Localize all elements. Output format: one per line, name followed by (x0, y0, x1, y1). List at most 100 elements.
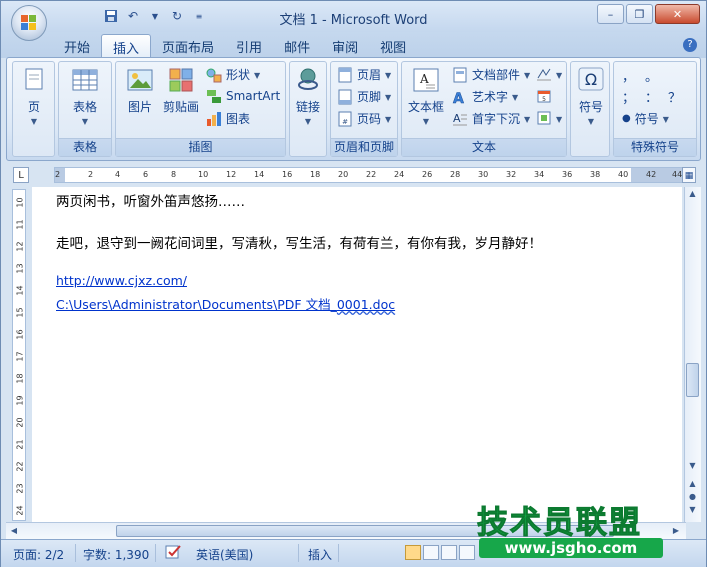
vertical-scroll-thumb[interactable] (686, 363, 699, 397)
divider (338, 544, 339, 562)
textbox-button[interactable]: A 文本框 ▼ (406, 66, 446, 126)
smartart-button[interactable]: SmartArt (206, 88, 280, 104)
dropdown-arrow-icon: ▼ (385, 71, 392, 80)
ruler-tick: 18 (310, 170, 321, 179)
ruler-tick: 40 (618, 170, 629, 179)
group-label-illustrations: 插图 (116, 138, 285, 156)
dropdown-arrow-icon: ▼ (662, 115, 669, 124)
ruler-tick: 16 (15, 329, 25, 340)
web-layout-icon[interactable] (441, 545, 457, 560)
tab-home[interactable]: 开始 (53, 34, 101, 58)
ruler-tick: 32 (506, 170, 517, 179)
tab-selector[interactable]: L (13, 167, 29, 183)
restore-button[interactable]: ❐ (626, 4, 653, 24)
scroll-down-icon[interactable]: ▼ (686, 459, 699, 472)
table-button[interactable]: 表格 ▼ (65, 66, 105, 126)
ruler-tick: 19 (15, 395, 25, 406)
calendar-icon: 5 (537, 90, 551, 103)
symbol-period[interactable]: 。 (645, 66, 658, 85)
tab-mailings[interactable]: 邮件 (273, 34, 321, 58)
proofing-icon[interactable] (164, 543, 184, 564)
scroll-up-icon[interactable]: ▲ (686, 187, 699, 200)
pages-button[interactable]: 页 ▼ (19, 66, 49, 126)
dropdown-arrow-icon: ▼ (254, 71, 261, 80)
page-number-button[interactable]: # 页码 ▼ (337, 110, 391, 127)
shapes-button[interactable]: 形状 ▼ (206, 66, 260, 83)
chart-button[interactable]: 图表 (206, 110, 250, 127)
hyperlink-url[interactable]: http://www.cjxz.com/ (56, 273, 187, 288)
object-button[interactable]: ▼ (536, 110, 562, 126)
ruler-tick: 28 (450, 170, 461, 179)
vertical-ruler[interactable]: 10 11 12 13 14 15 16 17 18 19 20 21 22 2… (12, 189, 26, 521)
links-button[interactable]: 链接 ▼ (293, 66, 323, 126)
date-time-button[interactable]: 5 (536, 88, 552, 104)
word-window: ↶ ▼ ↻ ≡ 文档 1 - Microsoft Word – ❐ ✕ 开始 插… (0, 0, 707, 567)
tab-review[interactable]: 审阅 (321, 34, 369, 58)
outline-view-icon[interactable] (459, 545, 475, 560)
header-button[interactable]: 页眉 ▼ (337, 66, 391, 83)
footer-button[interactable]: 页脚 ▼ (337, 88, 391, 105)
symbol-semicolon[interactable]: ； (622, 87, 635, 106)
previous-page-icon[interactable]: ▲ (686, 477, 699, 490)
dropcap-button[interactable]: A 首字下沉 ▼ (452, 110, 530, 127)
status-language[interactable]: 英语(美国) (196, 546, 253, 563)
dropdown-arrow-icon: ▼ (524, 115, 531, 124)
ruler-tick: 13 (15, 263, 25, 274)
ruler-tick: 14 (15, 285, 25, 296)
paragraph: 走吧，退守到一阙花间词里，写清秋，写生活，有荷有兰，有你有我，岁月静好！ (56, 236, 542, 252)
picture-button[interactable]: 图片 (122, 66, 158, 115)
dropdown-arrow-icon: ▼ (556, 114, 563, 124)
signature-line-button[interactable]: ▼ (536, 66, 562, 82)
ruler-tick: 23 (15, 483, 25, 494)
group-label-special-symbols: 特殊符号 (614, 138, 696, 156)
hyperlink-filepath[interactable]: C:\Users\Administrator\Documents\PDF 文档_… (56, 294, 395, 313)
chart-icon (207, 111, 221, 126)
picture-label: 图片 (127, 100, 152, 114)
close-button[interactable]: ✕ (655, 4, 700, 24)
tab-insert[interactable]: 插入 (101, 34, 152, 59)
minimize-button[interactable]: – (597, 4, 624, 24)
tab-view[interactable]: 视图 (369, 34, 417, 58)
document-page[interactable]: 两页闲书，听窗外笛声悠扬…… 走吧，退守到一阙花间词里，写清秋，写生活，有荷有兰… (32, 187, 682, 522)
status-page[interactable]: 页面: 2/2 (13, 546, 64, 563)
table-label: 表格 (72, 100, 97, 114)
print-layout-icon[interactable] (405, 545, 421, 560)
special-symbol-button[interactable]: ● 符号 ▼ (622, 110, 669, 127)
tab-page-layout[interactable]: 页面布局 (151, 34, 225, 58)
symbol-colon[interactable]: ： (645, 87, 658, 106)
symbol-button[interactable]: Ω 符号 ▼ (575, 66, 607, 126)
wordart-button[interactable]: A 艺术字 ▼ (452, 88, 518, 105)
textbox-icon: A (413, 68, 439, 92)
dropcap-icon: A (453, 112, 467, 125)
group-links: 链接 ▼ (289, 61, 327, 157)
quickparts-button[interactable]: 文档部件 ▼ (452, 66, 530, 83)
tab-references[interactable]: 引用 (225, 34, 273, 58)
symbol-question[interactable]: ？ (668, 87, 681, 106)
scroll-left-icon[interactable]: ◀ (8, 525, 20, 537)
ruler-tick: 34 (534, 170, 545, 179)
clipart-button[interactable]: 剪贴画 (160, 66, 202, 115)
group-label-tables: 表格 (59, 138, 111, 156)
group-illustrations: 图片 剪贴画 形状 ▼ SmartArt 图表 插图 (115, 61, 286, 157)
help-icon[interactable]: ? (683, 38, 697, 52)
ruler-tick: 22 (15, 461, 25, 472)
symbol-comma[interactable]: ， (622, 66, 635, 85)
status-insert-mode[interactable]: 插入 (308, 546, 332, 563)
quickparts-icon (453, 67, 467, 82)
group-symbols: Ω 符号 ▼ (570, 61, 610, 157)
full-screen-reading-icon[interactable] (423, 545, 439, 560)
vertical-scrollbar[interactable]: ▲ ▼ ▲ ● ▼ (684, 187, 701, 522)
horizontal-ruler[interactable]: 2 2 4 6 8 10 12 14 16 18 20 22 24 26 28 … (54, 167, 684, 183)
office-button[interactable] (11, 5, 47, 41)
links-label: 链接 (295, 100, 320, 114)
ruler-tick: 8 (171, 170, 177, 179)
dropdown-arrow-icon: ▼ (30, 117, 38, 126)
clipart-icon (169, 68, 193, 92)
watermark-url: www.jsgho.com (479, 538, 663, 558)
view-ruler-button[interactable]: ▦ (682, 167, 696, 183)
status-word-count[interactable]: 字数: 1,390 (83, 546, 149, 563)
object-icon (537, 111, 551, 125)
page-icon (25, 68, 43, 90)
wordart-icon: A (453, 90, 465, 104)
symbol-bullet: ● (622, 113, 631, 124)
